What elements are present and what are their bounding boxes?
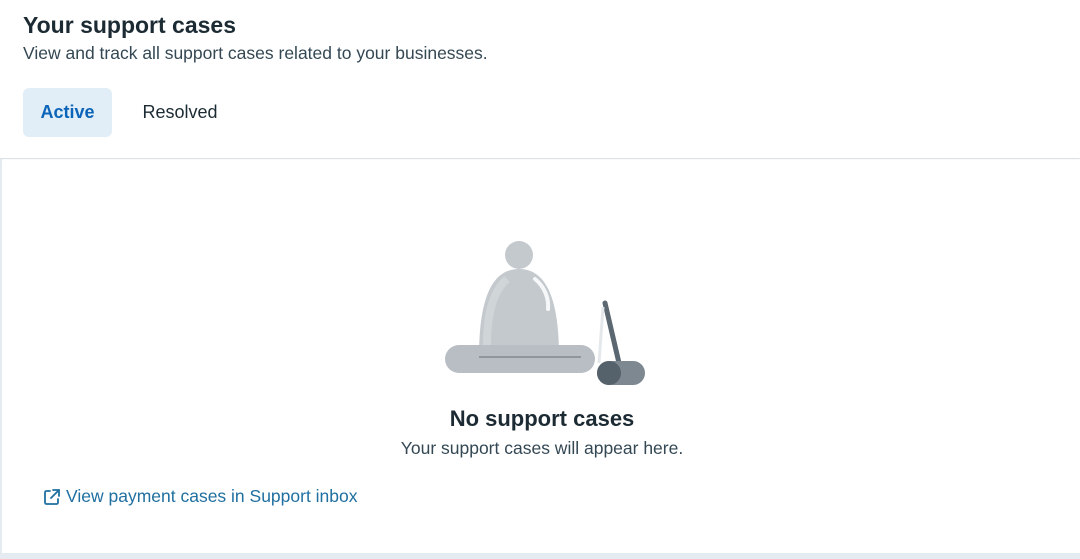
external-link-icon — [44, 488, 60, 505]
bell-icon — [445, 241, 645, 385]
support-inbox-link-label: View payment cases in Support inbox — [66, 486, 358, 506]
empty-state-title: No support cases — [449, 406, 635, 431]
empty-state-panel: No support cases Your support cases will… — [2, 159, 1080, 553]
support-inbox-link[interactable]: View payment cases in Support inbox — [43, 486, 358, 507]
page-subtitle: View and track all support cases related… — [23, 43, 488, 63]
tab-resolved[interactable]: Resolved — [124, 88, 236, 137]
tab-active[interactable]: Active — [23, 88, 112, 137]
page-title: Your support cases — [23, 12, 237, 38]
empty-state-description: Your support cases will appear here. — [400, 438, 684, 458]
page-header: Your support cases View and track all su… — [0, 0, 1080, 158]
